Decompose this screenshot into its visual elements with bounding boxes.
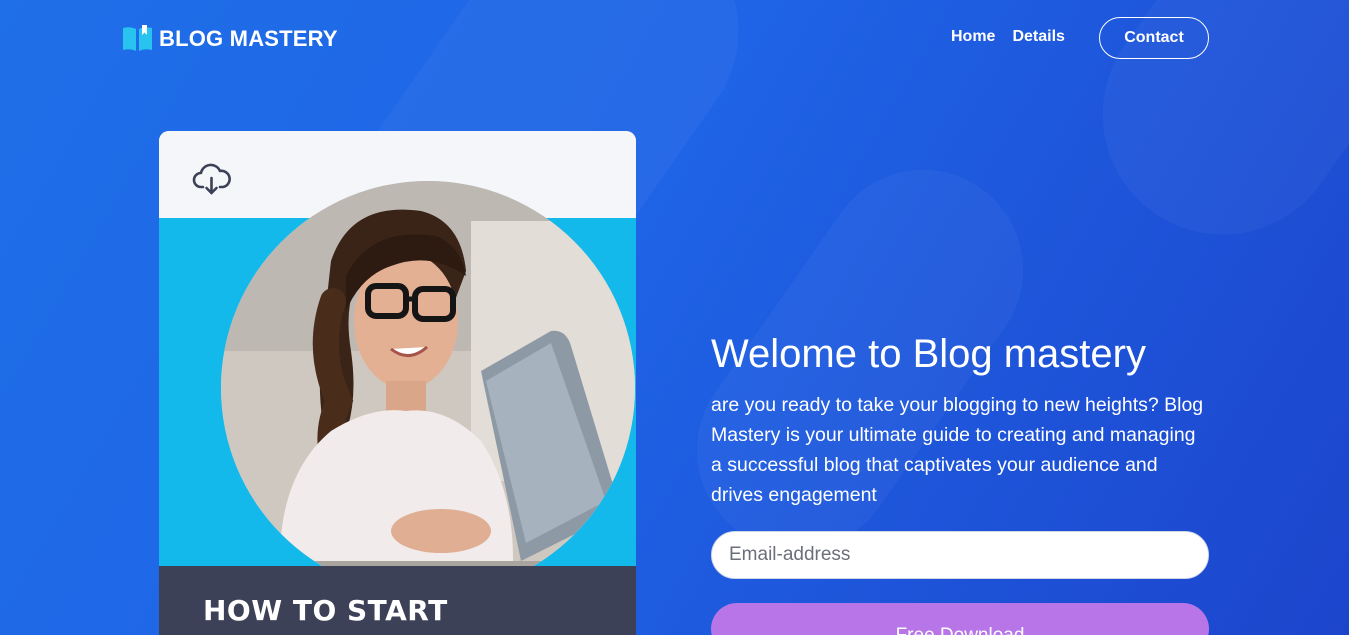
nav-home-link[interactable]: Home [951, 28, 995, 46]
hero-title: Welome to Blog mastery [711, 332, 1146, 376]
woman-laptop-photo [221, 181, 635, 595]
free-download-button[interactable]: Free Download [711, 603, 1209, 635]
book-icon [123, 25, 152, 51]
brand-logo[interactable]: BLOG MASTERY [122, 25, 338, 53]
brand-name: BLOG MASTERY [159, 26, 338, 51]
site-header: BLOG MASTERY Home Details Contact [0, 0, 1349, 80]
hero-description: are you ready to take your blogging to n… [711, 394, 1204, 506]
contact-button[interactable]: Contact [1099, 17, 1209, 59]
email-field[interactable] [711, 531, 1209, 579]
photo-illustration [221, 181, 635, 595]
cloud-download-icon[interactable] [192, 160, 232, 200]
card-heading: HOW TO START [203, 594, 448, 627]
card-footer: HOW TO START [159, 566, 636, 635]
main-nav: Home Details [951, 28, 1065, 46]
nav-details-link[interactable]: Details [1012, 28, 1064, 46]
ebook-cover-card: HOW TO START [159, 131, 636, 635]
